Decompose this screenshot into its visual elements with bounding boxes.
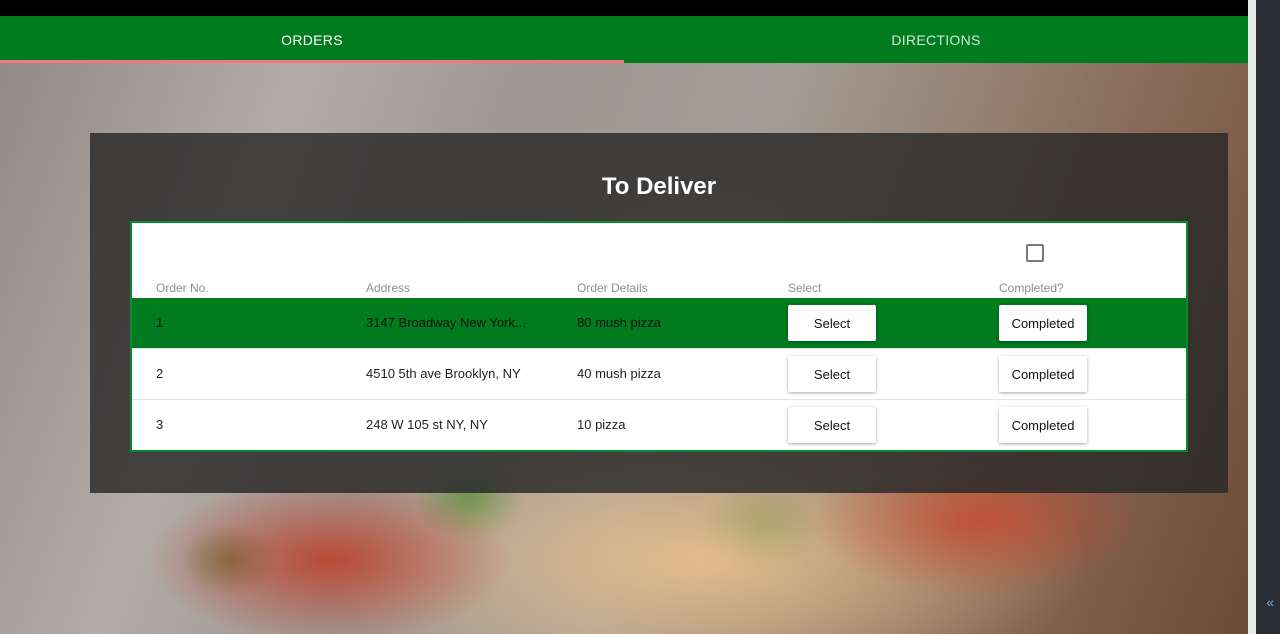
- order-number: 3: [156, 417, 164, 432]
- order-address: 3147 Broadway New York...: [366, 315, 526, 330]
- completed-button[interactable]: Completed: [999, 305, 1087, 341]
- select-button[interactable]: Select: [788, 407, 876, 443]
- header-order-details: Order Details: [577, 281, 648, 295]
- order-details: 40 mush pizza: [577, 366, 661, 381]
- order-number: 2: [156, 366, 164, 381]
- header-completed: Completed?: [999, 281, 1064, 295]
- header-order-no: Order No.: [156, 281, 209, 295]
- scrollbar-track[interactable]: [1248, 0, 1256, 634]
- table-row[interactable]: 1 3147 Broadway New York... 80 mush pizz…: [132, 298, 1186, 349]
- top-black-bar: [0, 0, 1248, 16]
- order-number: 1: [156, 315, 164, 330]
- right-sidebar-strip: «: [1248, 0, 1280, 634]
- select-button[interactable]: Select: [788, 356, 876, 392]
- table-row[interactable]: 3 248 W 105 st NY, NY 10 pizza Select Co…: [132, 400, 1186, 451]
- header-select: Select: [788, 281, 822, 295]
- table-row[interactable]: 2 4510 5th ave Brooklyn, NY 40 mush pizz…: [132, 349, 1186, 400]
- tab-orders[interactable]: ORDERS: [0, 16, 624, 63]
- tab-directions[interactable]: DIRECTIONS: [624, 16, 1248, 63]
- order-details: 10 pizza: [577, 417, 626, 432]
- to-deliver-panel: To Deliver Order No. Address Order Detai…: [90, 133, 1228, 493]
- table-body: 1 3147 Broadway New York... 80 mush pizz…: [132, 298, 1186, 451]
- table-header: Order No. Address Order Details Select C…: [132, 281, 1186, 298]
- select-button[interactable]: Select: [788, 305, 876, 341]
- header-address: Address: [366, 281, 411, 295]
- select-all-checkbox[interactable]: [1026, 244, 1044, 262]
- completed-button[interactable]: Completed: [999, 356, 1087, 392]
- order-address: 4510 5th ave Brooklyn, NY: [366, 366, 521, 381]
- collapse-chevron-icon[interactable]: «: [1266, 594, 1274, 610]
- order-details: 80 mush pizza: [577, 315, 661, 330]
- completed-button[interactable]: Completed: [999, 407, 1087, 443]
- panel-title: To Deliver: [601, 173, 717, 200]
- tab-bar: ORDERS DIRECTIONS: [0, 16, 1248, 63]
- order-address: 248 W 105 st NY, NY: [366, 417, 488, 432]
- orders-table: Order No. Address Order Details Select C…: [130, 221, 1188, 452]
